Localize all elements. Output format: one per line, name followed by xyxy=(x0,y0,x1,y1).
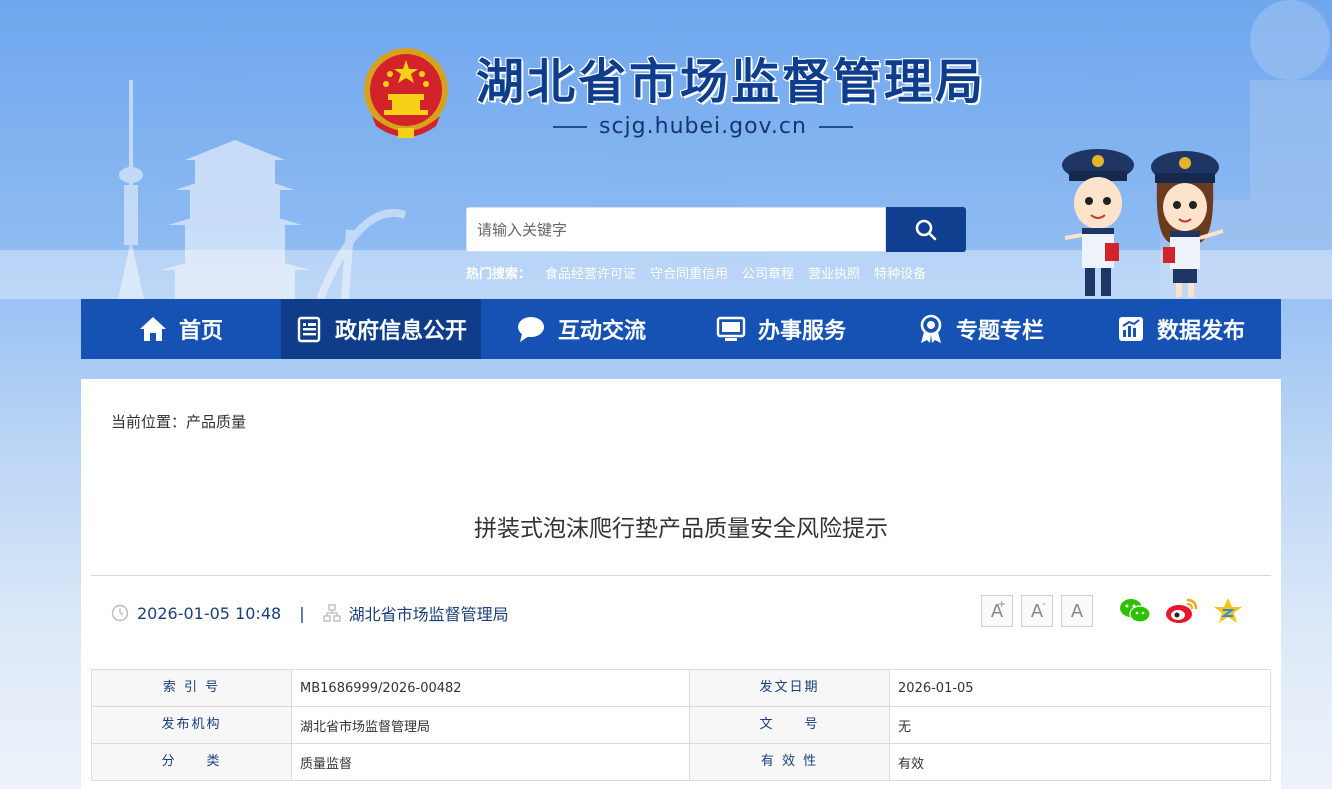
publisher-name: 湖北省市场监督管理局 xyxy=(348,605,509,624)
nav-item-data[interactable]: 数据发布 xyxy=(1081,299,1281,359)
nav-label: 数据发布 xyxy=(1156,319,1245,344)
hot-search-link[interactable]: 公司章程 xyxy=(742,263,794,282)
document-info-table: 索 引 号 MB1686999/2026-00482 发文日期 2026-01-… xyxy=(90,669,1271,781)
info-value: 湖北省市场监督管理局 xyxy=(291,706,691,744)
nav-item-topics[interactable]: 专题专栏 xyxy=(881,299,1081,359)
site-domain: scjg.hubei.gov.cn xyxy=(553,114,853,139)
domain-left-line xyxy=(553,125,587,128)
nav-item-gov-info[interactable]: 政府信息公开 xyxy=(281,299,481,359)
search-icon xyxy=(915,219,937,240)
hot-search-link[interactable]: 守合同重信用 xyxy=(650,263,728,282)
share-weibo-button[interactable] xyxy=(1165,597,1199,625)
info-value: 质量监督 xyxy=(291,743,691,781)
hot-search-link[interactable]: 食品经营许可证 xyxy=(545,263,636,282)
info-value: MB1686999/2026-00482 xyxy=(291,669,691,707)
search-button[interactable] xyxy=(886,207,966,252)
table-row: 分 类 质量监督 有 效 性 有效 xyxy=(90,743,1271,781)
breadcrumb-current[interactable]: 产品质量 xyxy=(186,413,246,431)
domain-right-line xyxy=(818,125,853,128)
article-title: 拼装式泡沫爬行垫产品质量安全风险提示 xyxy=(474,516,888,542)
publish-datetime: 2026-01-05 10:48 xyxy=(137,603,282,623)
hot-search-link[interactable]: 营业执照 xyxy=(808,263,860,282)
info-key: 发布机构 xyxy=(90,706,293,744)
wechat-icon xyxy=(1120,599,1151,623)
info-key: 文 号 xyxy=(689,706,891,744)
chat-icon xyxy=(517,317,544,342)
font-decrease-mark: - xyxy=(1042,599,1046,610)
info-key: 分 类 xyxy=(90,743,293,781)
meta-separator: | xyxy=(299,603,305,623)
font-increase-mark: + xyxy=(997,599,1006,610)
font-reset-button[interactable]: A xyxy=(1061,595,1093,627)
font-reset-label: A xyxy=(1070,600,1084,622)
article-container: 当前位置：产品质量 拼装式泡沫爬行垫产品质量安全风险提示 2026-01-05 … xyxy=(81,379,1281,789)
info-value: 有效 xyxy=(889,743,1271,781)
nav-item-interaction[interactable]: 互动交流 xyxy=(481,299,681,359)
bar-chart-icon xyxy=(1118,317,1143,341)
national-emblem-icon xyxy=(364,48,448,138)
nav-item-home[interactable]: 首页 xyxy=(81,299,281,359)
info-key: 发文日期 xyxy=(689,669,891,707)
article-tools: A + A- A xyxy=(981,595,1243,627)
document-icon xyxy=(297,316,321,343)
nav-label: 政府信息公开 xyxy=(334,319,467,344)
info-value: 无 xyxy=(889,706,1271,744)
info-key: 索 引 号 xyxy=(90,669,293,707)
info-key: 有 效 性 xyxy=(689,743,891,781)
site-header: 湖北省市场监督管理局 scjg.hubei.gov.cn 热门搜索： 食品经营许… xyxy=(0,0,1332,299)
share-wechat-button[interactable] xyxy=(1119,597,1151,625)
font-increase-button[interactable]: A + xyxy=(981,595,1013,627)
weibo-icon xyxy=(1166,598,1198,623)
mascot-illustration xyxy=(1062,149,1224,297)
share-bar xyxy=(1119,597,1243,625)
home-icon xyxy=(139,317,166,341)
badge-icon xyxy=(920,314,942,343)
table-row: 索 引 号 MB1686999/2026-00482 发文日期 2026-01-… xyxy=(90,669,1271,707)
monitor-icon xyxy=(716,316,746,341)
hot-search-row: 热门搜索： 食品经营许可证 守合同重信用 公司章程 营业执照 特种设备 xyxy=(466,263,926,282)
share-qzone-button[interactable] xyxy=(1213,597,1243,625)
search-input[interactable] xyxy=(467,208,885,251)
table-row: 发布机构 湖北省市场监督管理局 文 号 无 xyxy=(90,706,1271,744)
nav-label: 专题专栏 xyxy=(955,319,1044,344)
nav-label: 互动交流 xyxy=(557,319,646,344)
search-box xyxy=(466,207,886,252)
breadcrumb-prefix: 当前位置： xyxy=(111,413,187,431)
hot-search-label: 热门搜索： xyxy=(466,267,532,282)
article-meta: 2026-01-05 10:48 | 湖北省市场监督管理局 xyxy=(111,601,509,625)
clock-icon xyxy=(111,604,129,622)
nav-item-services[interactable]: 办事服务 xyxy=(681,299,881,359)
qzone-icon xyxy=(1214,598,1242,623)
site-title: 湖北省市场监督管理局 xyxy=(476,54,987,110)
domain-text: scjg.hubei.gov.cn xyxy=(599,114,807,139)
info-value: 2026-01-05 xyxy=(889,669,1271,707)
breadcrumb: 当前位置：产品质量 xyxy=(111,411,246,432)
main-nav: 首页 政府信息公开 互动交流 办事服务 专题专栏 数据发布 xyxy=(81,299,1281,359)
org-structure-icon xyxy=(322,604,341,622)
nav-label: 办事服务 xyxy=(757,319,846,344)
font-decrease-label: A xyxy=(1030,600,1044,622)
divider xyxy=(91,575,1271,576)
nav-label: 首页 xyxy=(178,319,223,344)
hot-search-link[interactable]: 特种设备 xyxy=(874,263,926,282)
font-decrease-button[interactable]: A- xyxy=(1021,595,1053,627)
